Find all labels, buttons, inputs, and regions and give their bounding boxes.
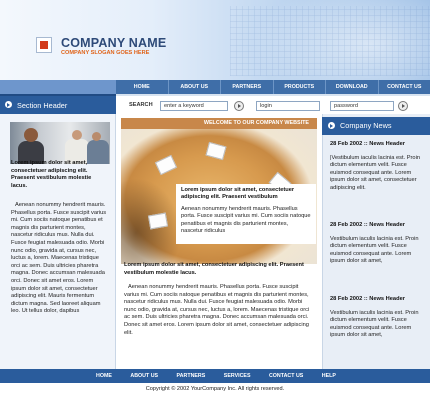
footer-nav-about-us[interactable]: ABOUT US	[130, 369, 158, 383]
news-header[interactable]: 28 Feb 2002 :: News Header	[330, 222, 426, 230]
password-input[interactable]: password	[330, 101, 394, 111]
left-body: Aenean nonummy hendrerit mauris. Phasell…	[11, 202, 107, 315]
document-sheet	[154, 154, 178, 176]
footer-nav-help[interactable]: HELP	[322, 369, 336, 383]
footer-nav: HOME ABOUT US PARTNERS SERVICES CONTACT …	[0, 369, 430, 383]
footer-nav-home[interactable]: HOME	[96, 369, 112, 383]
header-banner: COMPANY NAME COMPANY SLOGAN GOES HERE	[0, 0, 430, 80]
news-title: :: News Header	[363, 141, 405, 147]
section-header-title: Section Header	[17, 101, 68, 110]
news-item[interactable]: 28 Feb 2002 :: News Header Vestibulum ia…	[330, 222, 426, 266]
welcome-overlay-box: Lorem ipsum dolor sit amet, consectetuer…	[176, 184, 316, 244]
footer-nav-partners[interactable]: PARTNERS	[177, 369, 206, 383]
nav-products[interactable]: PRODUCTS	[272, 80, 326, 94]
search-bar: SEARCH enter a keyword login	[116, 94, 322, 114]
login-go-button[interactable]	[398, 101, 408, 111]
footer-nav-contact-us[interactable]: CONTACT US	[269, 369, 303, 383]
logo-square	[40, 41, 48, 49]
person-head	[24, 128, 38, 142]
nav-home[interactable]: HOME	[116, 80, 168, 94]
news-title: :: News Header	[363, 296, 405, 302]
company-news-title: Company News	[340, 121, 392, 130]
news-item[interactable]: 28 Feb 2002 :: News Header |Vestibulum i…	[330, 141, 426, 193]
document-sheet	[205, 141, 227, 161]
copyright-text: Copyright © 2002 YourCompany Inc. All ri…	[145, 386, 285, 392]
nav-contact-us[interactable]: CONTACT US	[377, 80, 430, 94]
main-content: WELCOME TO OUR COMPANY WEBSITE Lorem ips…	[116, 114, 322, 369]
nav-about-us[interactable]: ABOUT US	[167, 80, 221, 94]
arrow-right-icon	[5, 101, 12, 108]
main-heading: Lorem ipsum dolor sit amet, consectetuer…	[124, 262, 304, 276]
welcome-banner: WELCOME TO OUR COMPANY WEBSITE	[121, 118, 317, 129]
news-body: Vestibulum iaculis lacinia est. Proin di…	[330, 235, 419, 265]
overlay-heading: Lorem ipsum dolor sit amet, consectetuer…	[181, 187, 295, 201]
nav-download[interactable]: DOWNLOAD	[325, 80, 378, 94]
news-body: |Vestibulum iaculis lacinia est. Proin d…	[330, 154, 420, 191]
news-date: 28 Feb 2002	[330, 141, 363, 147]
company-news-header: Company News	[322, 117, 430, 135]
person-head	[72, 130, 82, 140]
news-date: 28 Feb 2002	[330, 296, 363, 302]
company-name: COMPANY NAME	[61, 36, 167, 50]
nav-partners[interactable]: PARTNERS	[220, 80, 273, 94]
nav-spacer	[0, 80, 116, 94]
news-title: :: News Header	[363, 222, 405, 228]
search-go-button[interactable]	[234, 101, 244, 111]
main-body: Aenean nonummy hendrerit mauris. Phasell…	[124, 284, 310, 336]
company-slogan: COMPANY SLOGAN GOES HERE	[61, 50, 150, 56]
news-body: Vestibulum iaculis lacinia est. Proin di…	[330, 309, 419, 339]
news-header[interactable]: 28 Feb 2002 :: News Header	[330, 141, 426, 149]
footer-nav-services[interactable]: SERVICES	[224, 369, 251, 383]
search-label: SEARCH	[129, 102, 153, 108]
password-area: password	[322, 94, 430, 114]
section-header-bar: Section Header	[0, 94, 116, 114]
news-date: 28 Feb 2002	[330, 222, 363, 228]
person-head	[92, 132, 101, 141]
arrow-right-icon	[328, 122, 335, 129]
top-nav: HOME ABOUT US PARTNERS PRODUCTS DOWNLOAD…	[116, 80, 430, 94]
company-logo-icon[interactable]	[36, 37, 52, 53]
left-column: Lorem ipsum dolor sit amet, consectetuer…	[0, 114, 116, 369]
news-header[interactable]: 28 Feb 2002 :: News Header	[330, 296, 426, 304]
login-input[interactable]: login	[256, 101, 320, 111]
search-input[interactable]: enter a keyword	[160, 101, 228, 111]
left-intro: Lorem ipsum dolor sit amet, consectetuer…	[11, 160, 92, 189]
news-item[interactable]: 28 Feb 2002 :: News Header Vestibulum ia…	[330, 296, 426, 340]
overlay-body: Aenean nonummy hendrerit mauris. Phasell…	[181, 205, 311, 235]
team-photo	[10, 122, 110, 164]
banner-world-map-graphic	[230, 6, 430, 76]
